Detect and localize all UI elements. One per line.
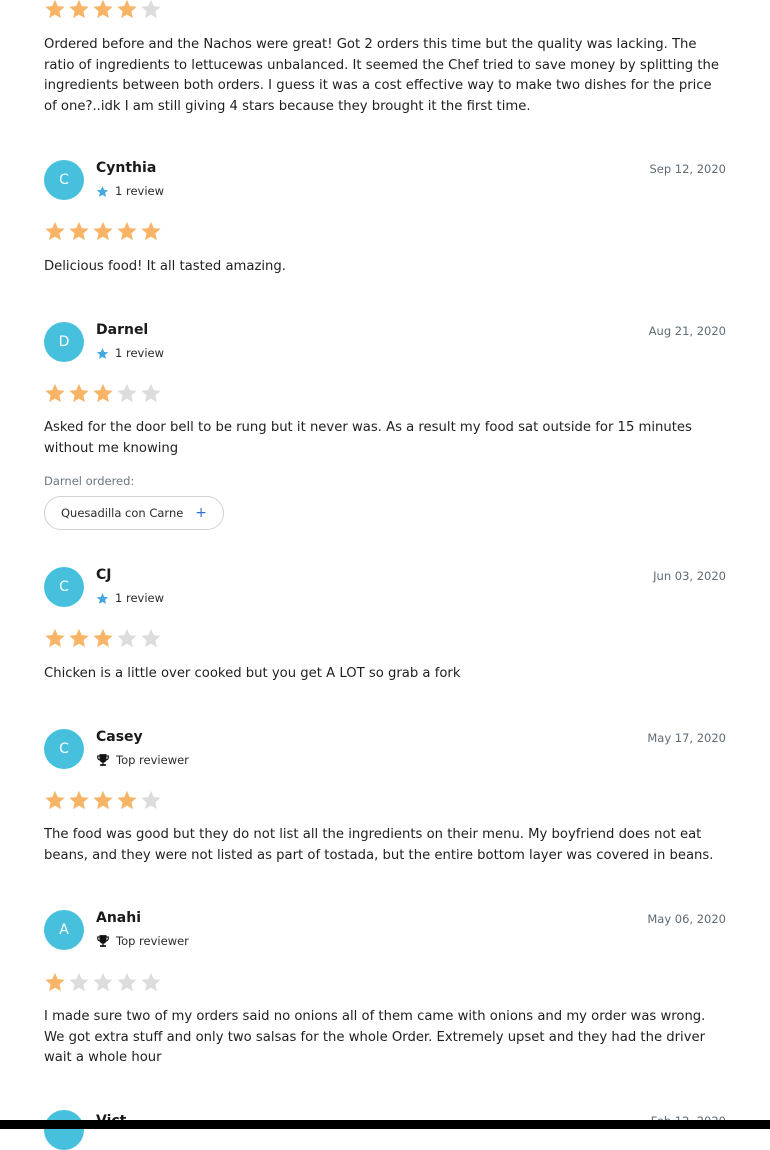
star-filled-icon xyxy=(45,972,65,992)
star-icon xyxy=(96,185,109,197)
reviewer-meta: 1 review xyxy=(96,184,164,198)
star-empty-icon xyxy=(141,628,161,648)
review-text: Chicken is a little over cooked but you … xyxy=(44,666,461,681)
avatar[interactable] xyxy=(44,1110,84,1150)
reviewer-badge: Top reviewer xyxy=(116,753,189,767)
star-empty-icon xyxy=(141,972,161,992)
star-empty-icon xyxy=(117,383,137,403)
star-filled-icon xyxy=(117,0,137,19)
review-text: Asked for the door bell to be rung but i… xyxy=(44,420,692,456)
avatar[interactable]: A xyxy=(44,910,84,950)
star-empty-icon xyxy=(141,383,161,403)
avatar[interactable]: C xyxy=(44,160,84,200)
reviewer-name[interactable]: Anahi xyxy=(96,910,141,926)
ordered-item-chip[interactable]: Quesadilla con Carne + xyxy=(44,496,224,530)
review-date: Jun 03, 2020 xyxy=(653,569,726,583)
star-rating xyxy=(44,971,164,993)
star-empty-icon xyxy=(117,972,137,992)
trophy-icon xyxy=(97,754,109,766)
reviewer-name[interactable]: Darnel xyxy=(96,322,148,338)
star-filled-icon xyxy=(93,221,113,241)
star-empty-icon xyxy=(69,972,89,992)
review-count: 1 review xyxy=(115,591,165,605)
star-empty-icon xyxy=(117,628,137,648)
reviewer-name[interactable]: CJ xyxy=(96,567,111,583)
avatar[interactable]: C xyxy=(44,567,84,607)
avatar[interactable]: D xyxy=(44,322,84,362)
review-date: May 17, 2020 xyxy=(647,731,726,745)
star-filled-icon xyxy=(45,221,65,241)
bottom-bar xyxy=(0,1120,770,1129)
star-empty-icon xyxy=(141,0,161,19)
review-date: Sep 12, 2020 xyxy=(649,162,726,176)
star-icon xyxy=(96,347,109,359)
star-rating xyxy=(44,0,164,20)
reviewer-name[interactable]: Casey xyxy=(96,729,143,745)
review-date: May 06, 2020 xyxy=(647,912,726,926)
star-rating xyxy=(44,789,164,811)
review-text: Delicious food! It all tasted amazing. xyxy=(44,259,286,274)
review-count: 1 review xyxy=(115,184,165,198)
star-filled-icon xyxy=(93,628,113,648)
star-filled-icon xyxy=(45,383,65,403)
reviewer-meta: Top reviewer xyxy=(96,753,189,767)
review-count: 1 review xyxy=(115,346,165,360)
star-filled-icon xyxy=(69,628,89,648)
review-text: The food was good but they do not list a… xyxy=(44,827,714,863)
star-filled-icon xyxy=(45,790,65,810)
star-icon xyxy=(96,592,109,604)
review-text: I made sure two of my orders said no oni… xyxy=(44,1009,706,1065)
trophy-icon xyxy=(97,935,109,947)
ordered-label: Darnel ordered: xyxy=(44,474,135,488)
star-filled-icon xyxy=(69,0,89,19)
reviewer-name[interactable]: Cynthia xyxy=(96,160,156,176)
plus-icon: + xyxy=(195,505,207,521)
review-date: Aug 21, 2020 xyxy=(648,324,726,338)
star-filled-icon xyxy=(45,0,65,19)
reviewer-meta: 1 review xyxy=(96,346,164,360)
star-empty-icon xyxy=(141,790,161,810)
review-text: Ordered before and the Nachos were great… xyxy=(44,37,720,114)
star-filled-icon xyxy=(93,0,113,19)
star-filled-icon xyxy=(45,628,65,648)
star-filled-icon xyxy=(141,221,161,241)
ordered-item-label: Quesadilla con Carne xyxy=(61,506,184,520)
star-rating xyxy=(44,627,164,649)
star-filled-icon xyxy=(69,221,89,241)
star-rating xyxy=(44,220,164,242)
avatar[interactable]: C xyxy=(44,729,84,769)
star-rating xyxy=(44,382,164,404)
reviewer-meta: Top reviewer xyxy=(96,934,189,948)
star-filled-icon xyxy=(69,383,89,403)
star-filled-icon xyxy=(93,790,113,810)
star-filled-icon xyxy=(69,790,89,810)
reviewer-badge: Top reviewer xyxy=(116,934,189,948)
star-filled-icon xyxy=(117,221,137,241)
star-empty-icon xyxy=(93,972,113,992)
reviewer-meta: 1 review xyxy=(96,591,164,605)
star-filled-icon xyxy=(117,790,137,810)
star-filled-icon xyxy=(93,383,113,403)
